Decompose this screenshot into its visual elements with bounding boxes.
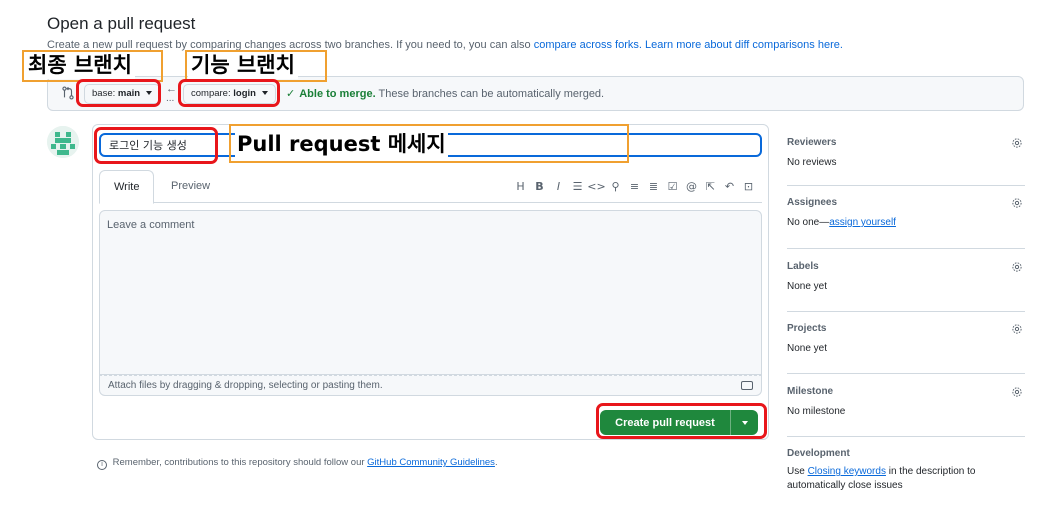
milestone-heading[interactable]: Milestone (787, 386, 1025, 397)
mention-icon[interactable]: @ (682, 178, 701, 196)
community-guidelines-link[interactable]: GitHub Community Guidelines (367, 457, 495, 468)
guidelines-text: Remember, contributions to this reposito… (112, 457, 365, 468)
projects-value: None yet (787, 343, 828, 354)
editor-tabs: Write Preview H B I ☰ <> ⚲ ≡ ≣ ☑ @ ⇱ ↶ ⊡ (99, 170, 762, 204)
development-use: Use (787, 466, 805, 477)
bold-icon[interactable]: B (530, 178, 549, 196)
assignees-none: No one— (787, 217, 830, 228)
task-list-icon[interactable]: ☑ (663, 178, 682, 196)
labels-value: None yet (787, 281, 828, 292)
code-icon[interactable]: <> (587, 178, 606, 196)
annotation-title-highlight (94, 127, 218, 164)
gear-icon[interactable] (1011, 137, 1023, 149)
sidebar-assignees: Assignees No one—assign yourself (787, 187, 1025, 249)
annotation-base-highlight (76, 79, 161, 107)
fullscreen-icon[interactable]: ⊡ (739, 178, 758, 196)
ellipsis-text: ... (166, 93, 175, 104)
gear-icon[interactable] (1011, 197, 1023, 209)
annotation-base-label: 최종 브랜치 (25, 52, 135, 79)
learn-more-link[interactable]: Learn more about diff comparisons here. (645, 39, 843, 51)
heading-icon[interactable]: H (511, 178, 530, 196)
identicon-icon (47, 126, 79, 158)
pull-request-form: Write Preview H B I ☰ <> ⚲ ≡ ≣ ☑ @ ⇱ ↶ ⊡… (92, 124, 769, 440)
tab-preview[interactable]: Preview (157, 170, 224, 204)
reviewers-value: No reviews (787, 157, 837, 168)
check-icon: ✓ (286, 88, 296, 100)
avatar[interactable] (47, 126, 79, 158)
merge-description: These branches can be automatically merg… (378, 88, 605, 100)
merge-status: ✓ Able to merge. These branches can be au… (286, 87, 604, 100)
closing-keywords-link[interactable]: Closing keywords (808, 466, 886, 477)
info-icon: i (97, 460, 107, 470)
gear-icon[interactable] (1011, 261, 1023, 273)
compare-across-forks-link[interactable]: compare across forks. (534, 39, 642, 51)
link-icon[interactable]: ⚲ (606, 178, 625, 196)
tab-write[interactable]: Write (99, 170, 155, 204)
comment-textarea[interactable]: Leave a comment (99, 210, 762, 375)
reference-icon[interactable]: ⇱ (701, 178, 720, 196)
assignees-heading[interactable]: Assignees (787, 197, 1025, 208)
unordered-list-icon[interactable]: ≡ (625, 178, 644, 196)
markdown-icon (741, 381, 753, 390)
attach-files-bar[interactable]: Attach files by dragging & dropping, sel… (99, 375, 762, 396)
labels-heading[interactable]: Labels (787, 261, 1025, 272)
assignees-value: No one—assign yourself (787, 217, 1025, 228)
sidebar-milestone: Milestone No milestone (787, 376, 1025, 437)
gear-icon[interactable] (1011, 323, 1023, 335)
annotation-compare-label: 기능 브랜치 (188, 52, 298, 79)
sidebar-reviewers: Reviewers No reviews (787, 127, 1025, 186)
merge-ok-text: Able to merge. (299, 88, 376, 100)
undo-icon[interactable]: ↶ (720, 178, 739, 196)
guidelines-suffix: . (494, 457, 498, 468)
gear-icon[interactable] (1011, 386, 1023, 398)
italic-icon[interactable]: I (549, 178, 568, 196)
page-subtitle: Create a new pull request by comparing c… (47, 39, 843, 51)
annotation-compare-highlight (178, 79, 280, 107)
projects-heading[interactable]: Projects (787, 323, 1025, 334)
sidebar-labels: Labels None yet (787, 251, 1025, 312)
sidebar-development: Development Use Closing keywords in the … (787, 438, 1025, 498)
development-heading: Development (787, 448, 850, 459)
page-title: Open a pull request (47, 14, 196, 33)
git-compare-icon (62, 86, 74, 100)
sidebar-projects: Projects None yet (787, 313, 1025, 374)
ordered-list-icon[interactable]: ≣ (644, 178, 663, 196)
quote-icon[interactable]: ☰ (568, 178, 587, 196)
markdown-toolbar: H B I ☰ <> ⚲ ≡ ≣ ☑ @ ⇱ ↶ ⊡ (511, 178, 758, 196)
development-value: Use Closing keywords in the description … (787, 465, 1025, 493)
milestone-value: No milestone (787, 406, 846, 417)
assign-yourself-link[interactable]: assign yourself (829, 217, 896, 228)
guidelines-note: i Remember, contributions to this reposi… (97, 457, 498, 470)
reviewers-heading[interactable]: Reviewers (787, 137, 1025, 148)
attach-files-text: Attach files by dragging & dropping, sel… (108, 380, 383, 391)
annotation-create-highlight (596, 403, 767, 439)
annotation-title-label: Pull request 메세지 (235, 131, 448, 157)
